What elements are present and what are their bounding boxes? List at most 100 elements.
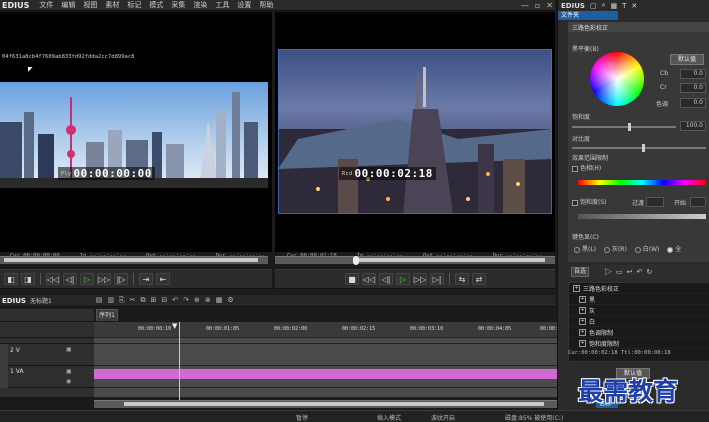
settings-icon[interactable]: ⚙ — [227, 296, 233, 305]
bin-tab[interactable]: 文件夹 — [558, 11, 618, 20]
track-visibility-icon[interactable]: ▣ — [66, 346, 72, 353]
close-icon[interactable]: ✕ — [546, 1, 553, 10]
cut-icon[interactable]: ✂ — [130, 296, 136, 305]
rec-step-forward-button[interactable]: ▷| — [430, 273, 444, 285]
expand-icon[interactable]: + — [579, 328, 586, 336]
play-effect-icon[interactable]: ▷ — [605, 267, 612, 277]
menu-view[interactable]: 视图 — [79, 0, 101, 10]
menu-marker[interactable]: 标记 — [123, 0, 145, 10]
timeline-track-2v[interactable] — [94, 344, 561, 366]
effect-tree-row[interactable]: + 白 — [569, 316, 709, 327]
radio-gray[interactable] — [603, 246, 610, 253]
ripple-mode[interactable]: 波纹开启 — [431, 413, 455, 422]
rec-step-back-button[interactable]: ◁| — [379, 273, 393, 285]
filter-field[interactable] — [646, 197, 664, 207]
mark-out-button[interactable]: ◨ — [21, 273, 35, 285]
menu-clip[interactable]: 素材 — [101, 0, 123, 10]
monitor-icon[interactable]: ▭ — [616, 268, 623, 276]
timeline-track[interactable] — [94, 388, 561, 398]
saturation-field[interactable]: 100.0 — [680, 121, 706, 131]
player-monitor[interactable]: 04f631a8cb4f7609ab833fd92fdda2cc7d899ac8… — [0, 12, 272, 259]
delete-icon[interactable]: ✕ — [631, 2, 637, 10]
checkbox-box[interactable] — [572, 199, 578, 206]
effect-tree-row[interactable]: + 饱和度限制 — [569, 338, 709, 349]
effect-tree-row[interactable]: + 色调限制 — [569, 327, 709, 338]
expand-icon[interactable]: + — [573, 284, 580, 292]
undo-icon[interactable]: ↶ — [172, 296, 178, 305]
menu-tools[interactable]: 工具 — [211, 0, 233, 10]
video-clip[interactable] — [94, 369, 561, 379]
recorder-scrub-bar[interactable] — [275, 256, 555, 265]
recorder-scrub-handle[interactable] — [353, 256, 359, 265]
checkbox-box[interactable] — [572, 165, 578, 172]
sat-limit-checkbox[interactable]: 饱和度(S) — [572, 197, 607, 206]
open-project-icon[interactable]: ▥ — [107, 296, 114, 305]
timeline-scrollbar[interactable] — [94, 400, 561, 408]
cb-field[interactable]: 0.0 — [680, 69, 706, 79]
expand-icon[interactable]: + — [579, 317, 586, 325]
player-scrub-bar[interactable] — [0, 256, 268, 264]
preset-select[interactable]: 自选 — [571, 267, 590, 277]
timeline-ruler[interactable]: 00:00:00:10 00:00:01:05 00:00:02:00 00:0… — [94, 322, 573, 338]
play-around-button[interactable]: ⇄ — [472, 273, 486, 285]
rec-play-button[interactable]: ▷ — [396, 273, 410, 285]
mark-in-button[interactable]: ◧ — [4, 273, 18, 285]
sat-gradient-bar[interactable] — [578, 214, 706, 219]
undo-effect-icon[interactable]: ↶ — [636, 268, 642, 276]
grid-icon[interactable]: ▦ — [610, 2, 617, 10]
loop-button[interactable]: ⇆ — [455, 273, 469, 285]
render-icon[interactable]: ▦ — [216, 296, 223, 305]
menu-render[interactable]: 渲染 — [189, 0, 211, 10]
default-button[interactable]: 默认值 — [670, 54, 704, 65]
rec-fast-forward-button[interactable]: ▷▷ — [413, 273, 427, 285]
maximize-icon[interactable]: ▫ — [535, 1, 540, 10]
edit-mode[interactable]: 插入模式 — [377, 413, 401, 422]
hue-gradient-bar[interactable] — [578, 180, 706, 185]
effect-tree-row[interactable]: + 灰 — [569, 305, 709, 316]
remove-marker-icon[interactable]: ⊗ — [205, 296, 211, 305]
add-track-icon[interactable]: ⊞ — [151, 296, 157, 305]
step-forward-button[interactable]: |▷ — [114, 273, 128, 285]
refresh-icon[interactable]: ↻ — [646, 268, 652, 276]
expand-icon[interactable]: + — [579, 306, 586, 314]
new-sequence-icon[interactable]: ▤ — [96, 296, 103, 305]
track-visibility-icon[interactable]: ▣ — [66, 368, 72, 375]
track-select-handle[interactable] — [0, 366, 8, 388]
step-back-button[interactable]: ◁| — [63, 273, 77, 285]
color-wheel[interactable] — [590, 52, 644, 106]
effect-tree-row[interactable]: + 黑 — [569, 294, 709, 305]
track-audio-icon[interactable]: ◉ — [66, 378, 71, 385]
recorder-monitor[interactable]: Rcd00:00:02:18 Cur 00:00:02:18 In --:--:… — [275, 12, 555, 259]
search-icon[interactable]: ⌕ — [602, 1, 606, 10]
timeline-track-1va[interactable] — [94, 366, 561, 388]
paste-icon[interactable]: ⧉ — [141, 296, 146, 305]
hue-field[interactable]: 0.0 — [680, 98, 706, 108]
expand-icon[interactable]: + — [579, 295, 586, 303]
play-button[interactable]: ▷ — [80, 273, 94, 285]
minimize-icon[interactable]: — — [521, 1, 529, 10]
menu-capture[interactable]: 采集 — [167, 0, 189, 10]
saturation-slider[interactable] — [572, 123, 676, 131]
menu-help[interactable]: 帮助 — [255, 0, 277, 10]
redo-icon[interactable]: ↷ — [183, 296, 189, 305]
playhead-icon[interactable]: ▼ — [172, 322, 177, 330]
radio-black[interactable] — [574, 246, 580, 253]
radio-white[interactable] — [634, 246, 641, 253]
contrast-slider[interactable] — [572, 144, 706, 152]
radio-all[interactable] — [667, 246, 674, 253]
menu-edit[interactable]: 编辑 — [57, 0, 79, 10]
timeline-scroll-thumb[interactable] — [124, 402, 544, 406]
folder-icon[interactable]: ▢ — [590, 2, 597, 10]
insert-to-timeline-button[interactable]: ⇥ — [139, 273, 153, 285]
rec-rewind-button[interactable]: ◁◁ — [362, 273, 376, 285]
effect-tree-row[interactable]: + 三路色彩校正 — [569, 283, 709, 294]
track-select-handle[interactable] — [0, 344, 8, 366]
menu-mode[interactable]: 模式 — [145, 0, 167, 10]
fast-forward-button[interactable]: ▷▷ — [97, 273, 111, 285]
delete-track-icon[interactable]: ⊟ — [161, 296, 167, 305]
overwrite-to-timeline-button[interactable]: ⇤ — [156, 273, 170, 285]
saturation-knob[interactable] — [628, 123, 631, 131]
contrast-knob[interactable] — [642, 144, 645, 152]
rewind-button[interactable]: ◁◁ — [46, 273, 60, 285]
stop-button[interactable]: ■ — [345, 273, 359, 285]
